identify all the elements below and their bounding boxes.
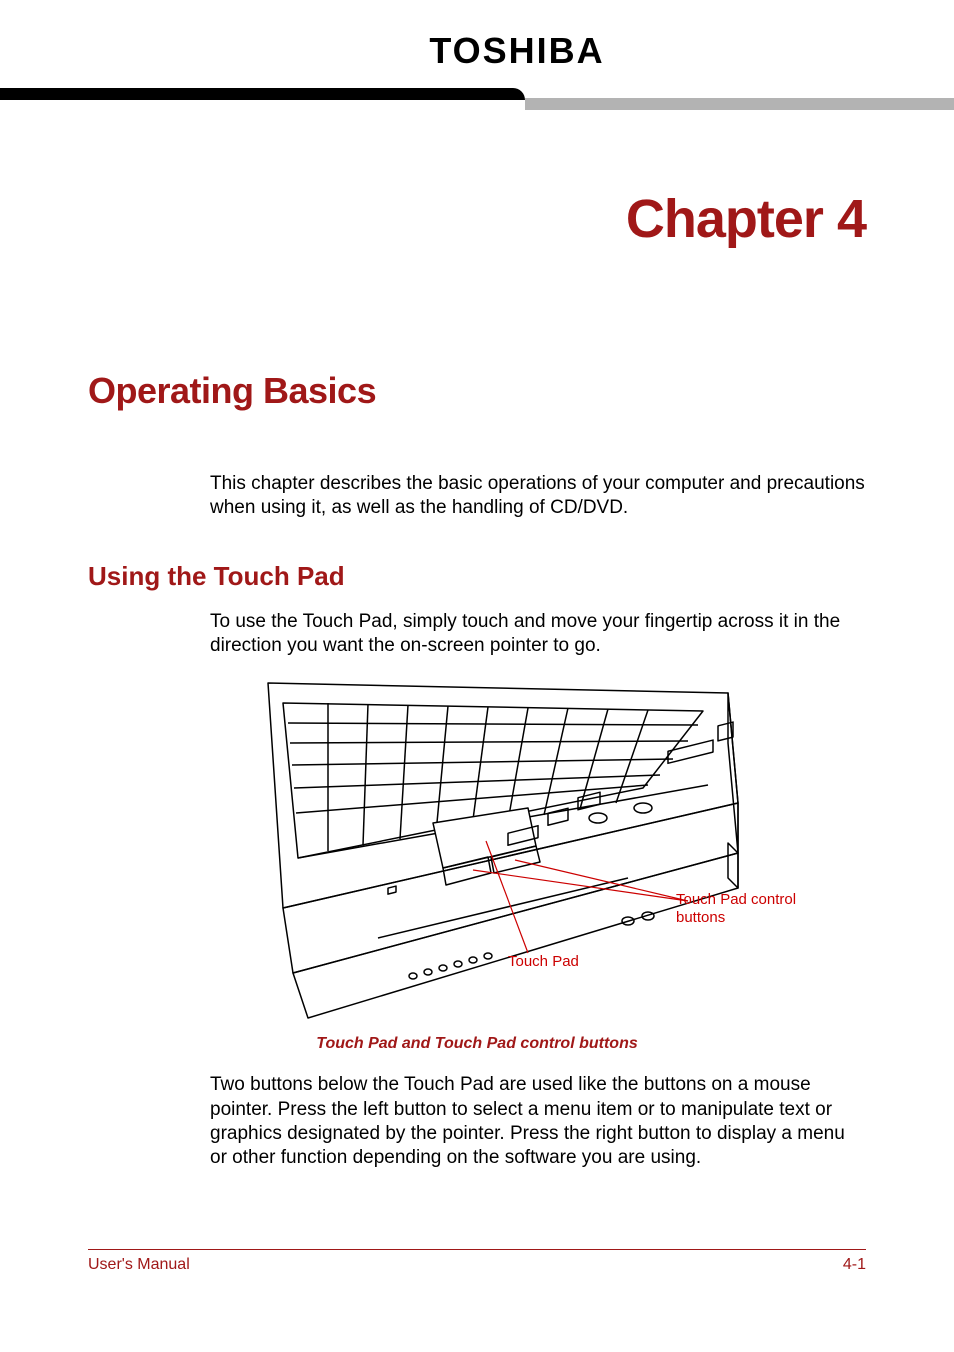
section-heading: Using the Touch Pad: [88, 561, 866, 592]
figure-touchpad: Touch Pad Touch Pad control buttons: [88, 673, 866, 1023]
page-header: TOSHIBA: [0, 0, 954, 118]
brand-logo: TOSHIBA: [0, 30, 954, 72]
chapter-title: Operating Basics: [88, 370, 866, 412]
figure-caption: Touch Pad and Touch Pad control buttons: [88, 1035, 866, 1053]
body-paragraph: Two buttons below the Touch Pad are used…: [210, 1073, 866, 1170]
footer-left: User's Manual: [88, 1256, 190, 1274]
callout-label-touchpad: Touch Pad: [508, 953, 579, 970]
footer-page-number: 4-1: [843, 1256, 866, 1274]
page-footer: User's Manual 4-1: [88, 1249, 866, 1274]
header-rule: [0, 88, 954, 118]
chapter-intro: This chapter describes the basic operati…: [210, 472, 866, 521]
chapter-label: Chapter 4: [88, 188, 866, 250]
laptop-illustration: [228, 673, 848, 1023]
body-paragraph: To use the Touch Pad, simply touch and m…: [210, 610, 866, 659]
callout-label-buttons: Touch Pad control buttons: [676, 891, 826, 927]
